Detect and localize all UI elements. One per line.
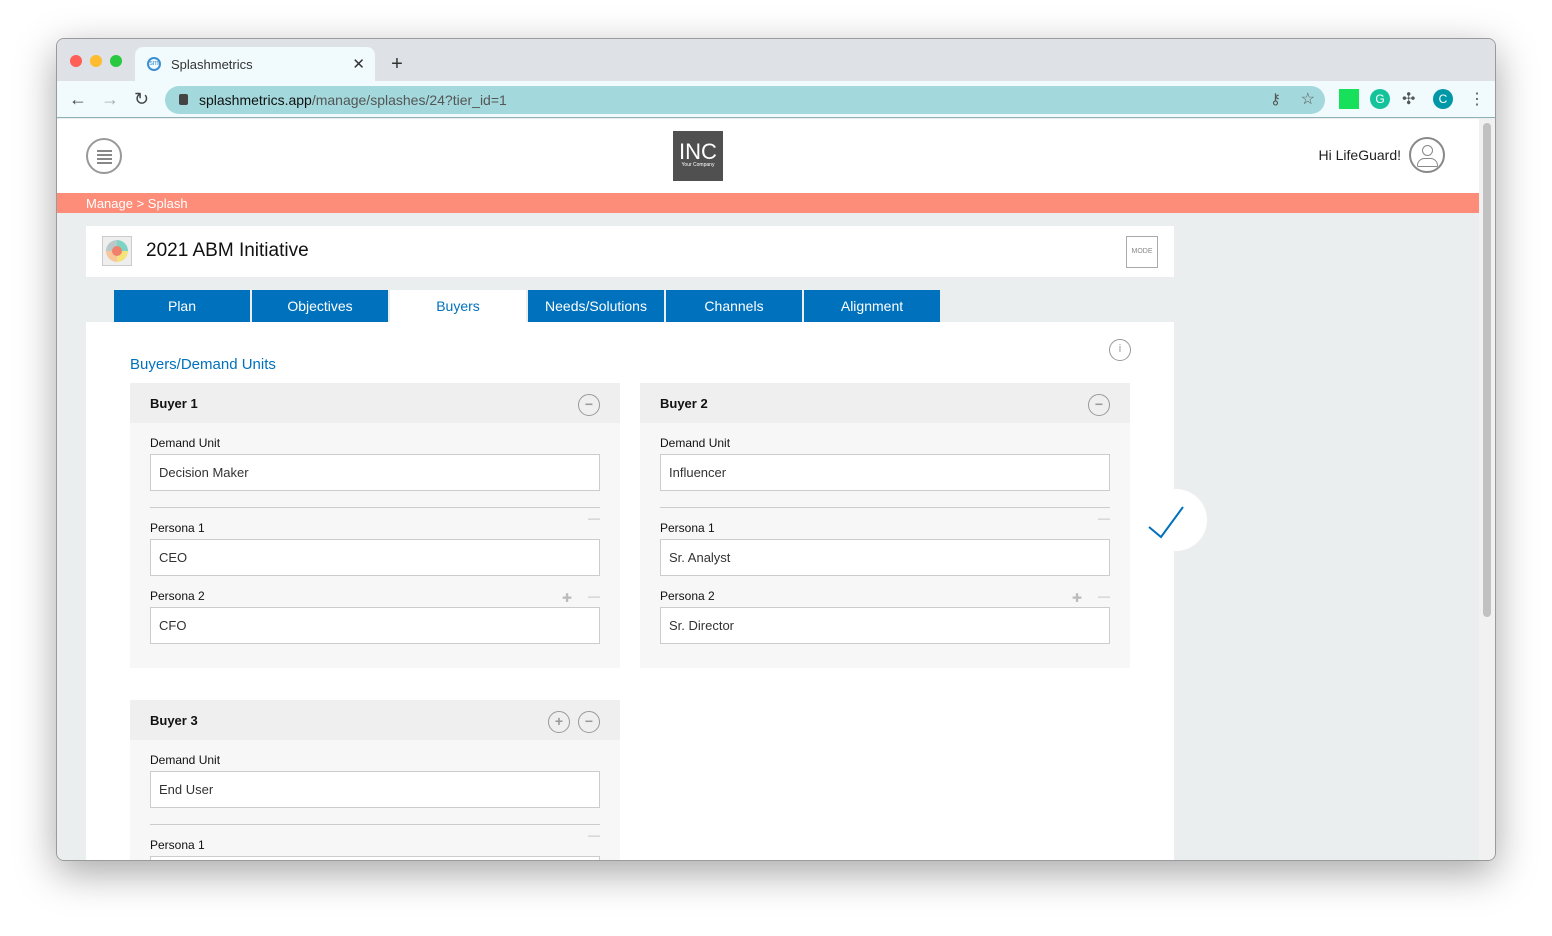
scrollbar[interactable] — [1479, 119, 1495, 860]
splash-lifebuoy-icon[interactable] — [102, 236, 132, 266]
new-tab-button[interactable]: + — [383, 51, 411, 79]
buyer-header: Buyer 2 − — [640, 383, 1130, 423]
tab-channels[interactable]: Channels — [666, 290, 802, 322]
demand-unit-input[interactable]: End User — [150, 771, 600, 808]
key-icon[interactable]: ⚷ — [1270, 90, 1281, 108]
persona-input[interactable] — [150, 856, 600, 860]
persona-label: Persona 1 — [660, 521, 715, 535]
persona-input[interactable]: CEO — [150, 539, 600, 576]
tab-buyers[interactable]: Buyers — [390, 290, 526, 322]
persona-row: Persona 1 — CEO — [130, 511, 620, 576]
divider — [150, 824, 600, 825]
menu-kebab-icon[interactable]: ⋮ — [1469, 89, 1489, 109]
page: INC Your Company Hi LifeGuard! Manage > S… — [57, 119, 1481, 860]
remove-persona-icon[interactable]: — — [1098, 589, 1110, 603]
persona-row: Persona 2 ✚ — Sr. Director — [640, 589, 1130, 644]
extension-icon[interactable] — [1339, 89, 1359, 109]
browser-tab[interactable]: sm Splashmetrics ✕ — [135, 47, 375, 81]
splash-title-card: 2021 ABM Initiative MODE — [86, 226, 1174, 277]
company-logo: INC Your Company — [673, 131, 723, 181]
demand-unit-input[interactable]: Decision Maker — [150, 454, 600, 491]
buyers-panel: Buyers/Demand Units i Buyer 1 − Demand Uni… — [86, 322, 1174, 860]
puzzle-icon[interactable]: ✣ — [1402, 89, 1422, 109]
mode-button[interactable]: MODE — [1126, 236, 1158, 268]
info-icon[interactable]: i — [1109, 339, 1131, 361]
greeting: Hi LifeGuard! — [1318, 147, 1401, 163]
url-domain: splashmetrics.app — [199, 92, 312, 108]
demand-unit-input[interactable]: Influencer — [660, 454, 1110, 491]
buyer-card: Buyer 2 − Demand Unit Influencer Persona 1 — S… — [640, 383, 1130, 668]
close-tab-icon[interactable]: ✕ — [352, 55, 365, 73]
buyer-title: Buyer 2 — [660, 396, 708, 411]
persona-label: Persona 1 — [150, 521, 205, 535]
persona-input[interactable]: Sr. Director — [660, 607, 1110, 644]
reload-icon[interactable]: ↻ — [134, 89, 149, 110]
tab-title: Splashmetrics — [171, 57, 253, 72]
persona-label: Persona 2 — [150, 589, 205, 603]
buyer-header: Buyer 3 + − — [130, 700, 620, 740]
add-buyer-button[interactable]: + — [548, 711, 570, 733]
demand-unit-label: Demand Unit — [150, 436, 221, 450]
persona-row: Persona 2 ✚ — CFO — [130, 589, 620, 644]
back-icon[interactable]: ← — [69, 89, 87, 110]
grammarly-icon[interactable]: G — [1370, 89, 1390, 109]
lock-icon — [179, 94, 188, 105]
persona-label: Persona 2 — [660, 589, 715, 603]
hamburger-menu-button[interactable] — [86, 138, 122, 174]
tab-objectives[interactable]: Objectives — [252, 290, 388, 322]
close-window-button[interactable] — [70, 55, 82, 67]
demand-unit-label: Demand Unit — [660, 436, 731, 450]
persona-input[interactable]: Sr. Analyst — [660, 539, 1110, 576]
star-icon[interactable]: ☆ — [1301, 89, 1315, 109]
persona-label: Persona 1 — [150, 838, 205, 852]
url-path: /manage/splashes/24?tier_id=1 — [311, 92, 507, 108]
remove-buyer-button[interactable]: − — [578, 394, 600, 416]
remove-persona-icon[interactable]: — — [588, 511, 600, 525]
buyer-header: Buyer 1 − — [130, 383, 620, 423]
remove-persona-icon[interactable]: — — [588, 828, 600, 842]
tab-plan[interactable]: Plan — [114, 290, 250, 322]
divider — [150, 507, 600, 508]
maximize-window-button[interactable] — [110, 55, 122, 67]
remove-persona-icon[interactable]: — — [588, 589, 600, 603]
buyer-card: Buyer 1 − Demand Unit Decision Maker Persona… — [130, 383, 620, 668]
buyer-card: Buyer 3 + − Demand Unit End User Persona 1 — — [130, 700, 620, 860]
browser-window: sm Splashmetrics ✕ + ← → ↻ splashmetrics… — [56, 38, 1496, 861]
splashmetrics-favicon-icon: sm — [147, 57, 161, 71]
persona-row: Persona 1 — Sr. Analyst — [640, 511, 1130, 576]
url-input[interactable]: splashmetrics.app/manage/splashes/24?tie… — [165, 86, 1325, 114]
tab-alignment[interactable]: Alignment — [804, 290, 940, 322]
breadcrumb: Manage > Splash — [57, 193, 1481, 213]
add-persona-icon[interactable]: ✚ — [1072, 591, 1082, 605]
profile-avatar[interactable]: C — [1433, 89, 1453, 109]
persona-row: Persona 1 — — [130, 828, 620, 860]
tab-needs-solutions[interactable]: Needs/Solutions — [528, 290, 664, 322]
tab-strip: sm Splashmetrics ✕ + — [57, 39, 1495, 81]
remove-buyer-button[interactable]: − — [1088, 394, 1110, 416]
remove-persona-icon[interactable]: — — [1098, 511, 1110, 525]
save-check-button[interactable] — [1145, 489, 1207, 551]
section-tabs: Plan Objectives Buyers Needs/Solutions Chann… — [114, 290, 940, 322]
section-title: Buyers/Demand Units — [130, 356, 276, 373]
buyer-title: Buyer 1 — [150, 396, 198, 411]
page-title: 2021 ABM Initiative — [146, 240, 309, 261]
forward-icon[interactable]: → — [101, 89, 119, 110]
remove-buyer-button[interactable]: − — [578, 711, 600, 733]
persona-input[interactable]: CFO — [150, 607, 600, 644]
demand-unit-label: Demand Unit — [150, 753, 221, 767]
divider — [660, 507, 1110, 508]
checkmark-icon — [1148, 506, 1184, 539]
user-avatar-icon[interactable] — [1409, 137, 1445, 173]
add-persona-icon[interactable]: ✚ — [562, 591, 572, 605]
address-bar-row: ← → ↻ splashmetrics.app/manage/splashes/… — [57, 81, 1495, 118]
minimize-window-button[interactable] — [90, 55, 102, 67]
buyer-title: Buyer 3 — [150, 713, 198, 728]
app-header: INC Your Company Hi LifeGuard! — [57, 119, 1481, 193]
